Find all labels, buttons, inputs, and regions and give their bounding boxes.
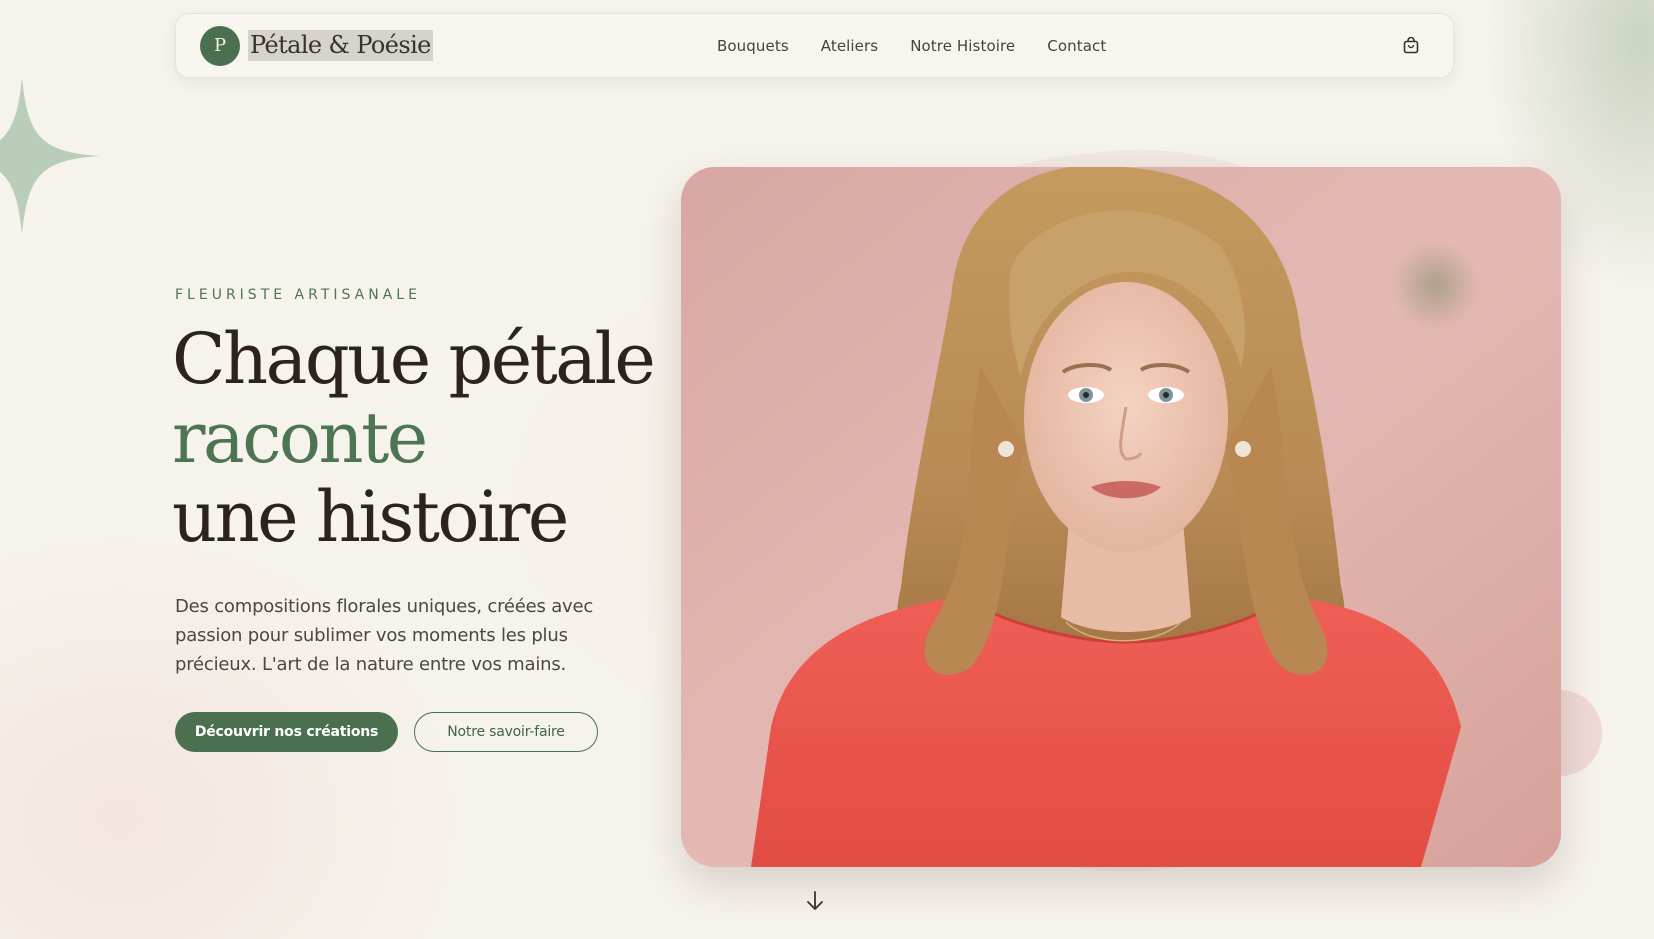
headline-line-2: raconte	[172, 397, 428, 479]
sparkle-icon	[0, 78, 100, 234]
discover-creations-button[interactable]: Découvrir nos créations	[175, 712, 398, 752]
nav-link-ateliers[interactable]: Ateliers	[821, 36, 878, 56]
decorative-blur-dot	[1390, 240, 1480, 330]
hero-headline: Chaque pétale raconte une histoire	[172, 320, 732, 557]
hero-eyebrow: FLEURISTE ARTISANALE	[175, 287, 421, 303]
brand-name[interactable]: Pétale & Poésie	[248, 30, 433, 61]
headline-line-3: une histoire	[172, 476, 569, 558]
nav-link-bouquets[interactable]: Bouquets	[717, 36, 789, 56]
hero-description: Des compositions florales uniques, créée…	[175, 596, 594, 675]
shopping-bag-icon[interactable]	[1402, 37, 1420, 55]
nav-link-contact[interactable]: Contact	[1047, 36, 1106, 56]
arrow-down-icon[interactable]	[805, 890, 825, 912]
headline-line-1: Chaque pétale	[172, 318, 656, 400]
savoir-faire-button[interactable]: Notre savoir-faire	[414, 712, 598, 752]
logo-mark[interactable]: P	[200, 26, 240, 66]
nav-link-notre-histoire[interactable]: Notre Histoire	[910, 36, 1015, 56]
top-navbar: P Pétale & Poésie Bouquets Ateliers Notr…	[175, 13, 1454, 78]
nav-links: Bouquets Ateliers Notre Histoire Contact	[717, 36, 1138, 56]
